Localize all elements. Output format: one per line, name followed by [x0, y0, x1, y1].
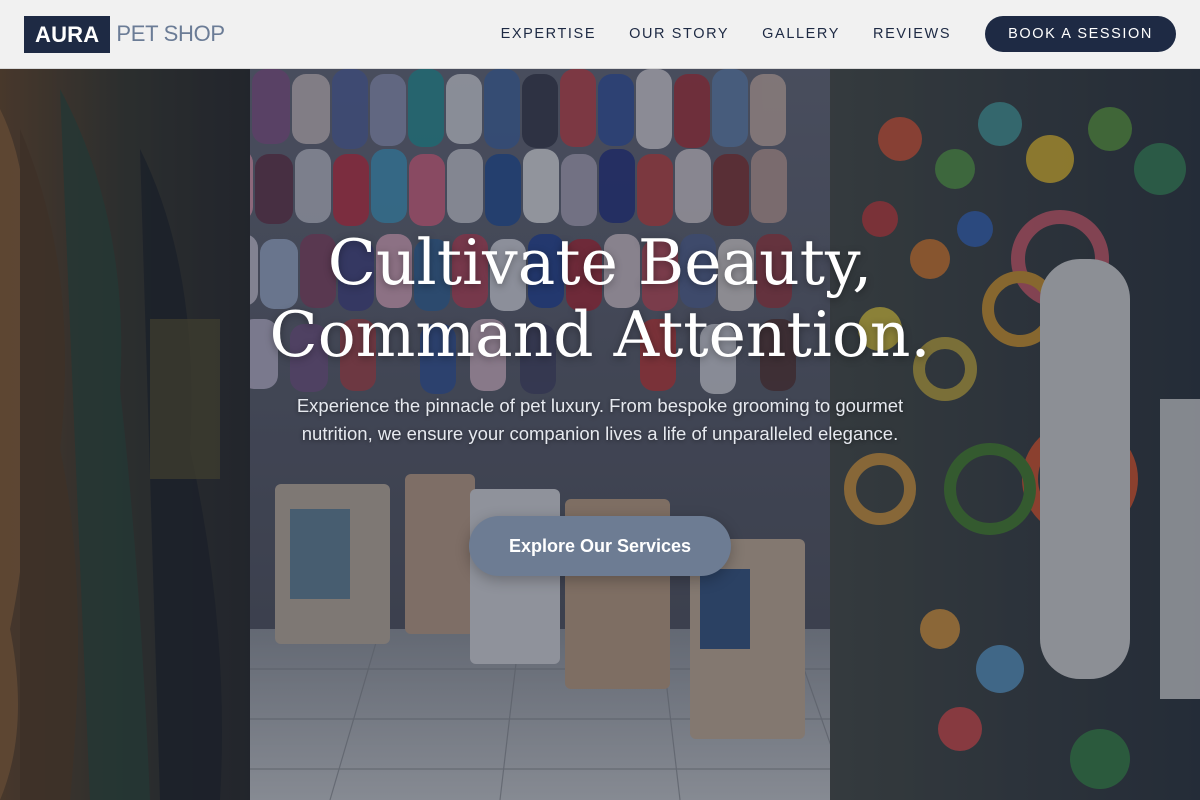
main-nav: EXPERTISE OUR STORY GALLERY REVIEWS BOOK… — [501, 16, 1176, 52]
hero-title: Cultivate Beauty, Command Attention. — [0, 227, 1200, 371]
hero-subtitle: Experience the pinnacle of pet luxury. F… — [296, 395, 904, 444]
nav-link-our-story[interactable]: OUR STORY — [629, 26, 729, 42]
hero-section: Cultivate Beauty, Command Attention. Exp… — [0, 69, 1200, 800]
hero-title-line-1: Cultivate Beauty, — [327, 226, 873, 299]
site-header: AURA PET SHOP EXPERTISE OUR STORY GALLER… — [0, 0, 1200, 69]
hero-content: Cultivate Beauty, Command Attention. Exp… — [0, 69, 1200, 800]
brand-logo-text: PET SHOP — [116, 21, 225, 46]
nav-link-expertise[interactable]: EXPERTISE — [501, 26, 597, 42]
brand-logo-box: AURA — [24, 15, 111, 53]
nav-link-gallery[interactable]: GALLERY — [762, 26, 840, 42]
explore-services-button[interactable]: Explore Our Services — [469, 516, 731, 576]
nav-link-reviews[interactable]: REVIEWS — [873, 26, 951, 42]
brand-logo[interactable]: AURA PET SHOP — [24, 15, 225, 53]
hero-title-line-2: Command Attention. — [269, 298, 931, 371]
book-session-button[interactable]: BOOK A SESSION — [985, 16, 1176, 52]
